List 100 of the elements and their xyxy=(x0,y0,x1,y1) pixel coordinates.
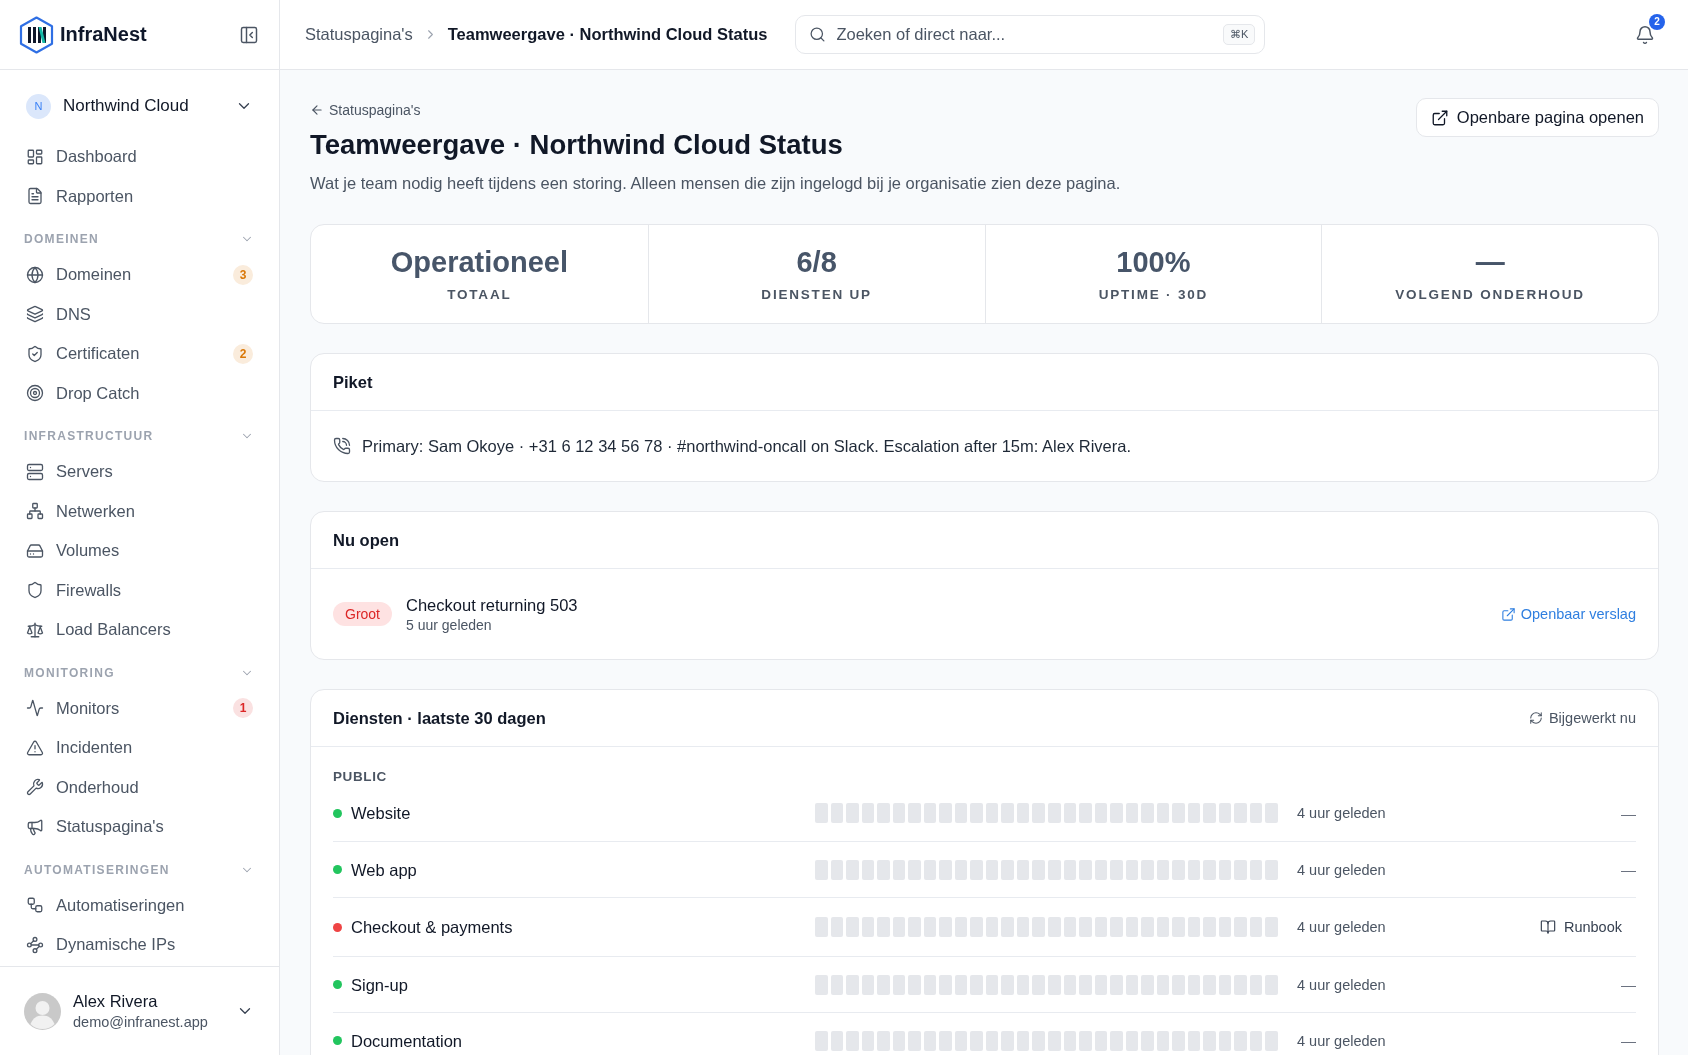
runbook-button[interactable]: Runbook xyxy=(1539,919,1622,935)
uptime-day-bar xyxy=(908,803,921,823)
uptime-day-bar xyxy=(1094,917,1108,937)
external-link-icon xyxy=(1430,108,1449,127)
uptime-day-bar xyxy=(1063,859,1077,880)
uptime-day-bar xyxy=(939,859,952,880)
uptime-day-bar xyxy=(1249,1030,1263,1051)
nav-item[interactable]: Monitors 1 xyxy=(12,688,267,728)
uptime-day-bar xyxy=(846,859,859,880)
empty-value: — xyxy=(1621,861,1636,878)
nav-item[interactable]: Domeinen 3 xyxy=(12,255,267,295)
uptime-day-bar xyxy=(1079,917,1092,937)
uptime-day-bar xyxy=(1032,803,1045,823)
uptime-day-bar xyxy=(1125,974,1139,995)
empty-value: — xyxy=(1621,1032,1636,1049)
nav-item[interactable]: Onderhoud xyxy=(12,767,267,807)
empty-value: — xyxy=(1621,976,1636,993)
stat-label: DIENSTEN UP xyxy=(761,287,872,303)
uptime-day-bar xyxy=(1079,974,1092,995)
brand-name: InfraNest xyxy=(60,23,147,46)
target-icon xyxy=(26,384,44,403)
uptime-day-bar xyxy=(1187,803,1201,823)
nav-item[interactable]: Netwerken xyxy=(12,491,267,531)
uptime-day-bar xyxy=(1079,859,1092,880)
uptime-day-bar xyxy=(1001,917,1014,937)
nav-item[interactable]: Incidenten xyxy=(12,728,267,768)
uptime-day-bar xyxy=(830,859,844,880)
uptime-day-bar xyxy=(1218,974,1232,995)
nav-item[interactable]: Firewalls xyxy=(12,570,267,610)
breadcrumb-link[interactable]: Statuspagina's xyxy=(305,25,413,44)
page-description: Wat je team nodig heeft tijdens een storing. Alleen mensen die zijn ingelogd bij je organisatie zien deze pagina. xyxy=(310,173,1121,194)
uptime-day-bar xyxy=(1110,917,1123,937)
search-icon xyxy=(809,26,827,43)
uptime-day-bar xyxy=(970,1030,983,1051)
collapse-sidebar-button[interactable] xyxy=(239,24,259,45)
book-icon xyxy=(1539,919,1556,935)
nav-item[interactable]: Dynamische IPs xyxy=(12,925,267,965)
incident-time: 5 uur geleden xyxy=(406,616,492,634)
user-avatar-icon xyxy=(24,992,61,1030)
uptime-day-bar xyxy=(1172,974,1185,995)
uptime-day-bar xyxy=(1047,1030,1061,1051)
nav-item[interactable]: DNS xyxy=(12,294,267,334)
count-badge: 2 xyxy=(233,343,253,364)
nav-item[interactable]: Drop Catch xyxy=(12,373,267,413)
waypoints-icon xyxy=(26,935,44,954)
shield-icon xyxy=(26,581,44,600)
uptime-day-bar xyxy=(908,917,921,937)
uptime-day-bar xyxy=(861,1030,875,1051)
uptime-day-bar xyxy=(1032,917,1045,937)
megaphone-icon xyxy=(26,817,44,836)
public-report-link[interactable]: Openbaar verslag xyxy=(1500,606,1636,622)
uptime-day-bar xyxy=(1016,1030,1030,1051)
grid-icon xyxy=(26,147,44,166)
uptime-day-bar xyxy=(861,974,875,995)
workflow-icon xyxy=(26,896,44,915)
nav-item[interactable]: Volumes xyxy=(12,531,267,571)
stat-value: 100% xyxy=(1116,245,1191,279)
breadcrumb-current: Teamweergave · Northwind Cloud Status xyxy=(447,25,768,44)
uptime-day-bar xyxy=(1172,803,1185,823)
org-switcher[interactable]: N Northwind Cloud xyxy=(12,84,267,128)
stat-value: — xyxy=(1475,245,1505,279)
service-name: Web app xyxy=(351,859,417,881)
uptime-day-bar xyxy=(985,917,999,937)
uptime-day-bar xyxy=(877,974,890,995)
uptime-day-bar xyxy=(1063,1030,1077,1051)
uptime-day-bar xyxy=(892,1030,906,1051)
uptime-day-bar xyxy=(954,917,968,937)
nav-item[interactable]: Servers xyxy=(12,452,267,492)
card-title: Nu open xyxy=(333,530,399,550)
server-icon xyxy=(26,462,44,481)
uptime-day-bar xyxy=(985,974,999,995)
nav-item[interactable]: Load Balancers xyxy=(12,610,267,650)
nav-item[interactable]: Certificaten 2 xyxy=(12,334,267,374)
uptime-day-bar xyxy=(1218,1030,1232,1051)
user-name: Alex Rivera xyxy=(73,992,158,1011)
uptime-day-bar xyxy=(830,917,844,937)
last-check-time: 4 uur geleden xyxy=(1297,861,1386,878)
uptime-day-bar xyxy=(1016,917,1030,937)
uptime-day-bar xyxy=(1156,803,1170,823)
nav-item[interactable]: Rapporten xyxy=(12,176,267,216)
open-public-page-button[interactable]: Openbare pagina openen xyxy=(1415,98,1659,137)
service-name: Checkout & payments xyxy=(351,917,513,938)
nav-item[interactable]: Dashboard xyxy=(12,137,267,177)
uptime-day-bar xyxy=(846,974,859,995)
uptime-day-bar xyxy=(1156,974,1170,995)
uptime-day-bar xyxy=(954,1030,968,1051)
phone-icon xyxy=(333,437,351,455)
uptime-day-bar xyxy=(1047,803,1061,823)
uptime-day-bar xyxy=(908,974,921,995)
last-check-time: 4 uur geleden xyxy=(1297,919,1386,935)
nav-item[interactable]: Automatiseringen xyxy=(12,885,267,925)
uptime-day-bar xyxy=(1234,917,1247,937)
page-title: Teamweergave · Northwind Cloud Status xyxy=(310,128,843,162)
notifications-button[interactable] xyxy=(1635,24,1655,45)
uptime-day-bar xyxy=(1265,859,1278,880)
uptime-day-bar xyxy=(877,859,890,880)
uptime-day-bar xyxy=(985,1030,999,1051)
oncall-text: Primary: Sam Okoye · +31 6 12 34 56 78 · #northwind-oncall on Slack. Escalation after 15m: Alex Rivera. xyxy=(362,436,1131,457)
back-link[interactable]: Statuspagina's xyxy=(310,100,421,120)
nav-item[interactable]: Statuspagina's xyxy=(12,807,267,847)
